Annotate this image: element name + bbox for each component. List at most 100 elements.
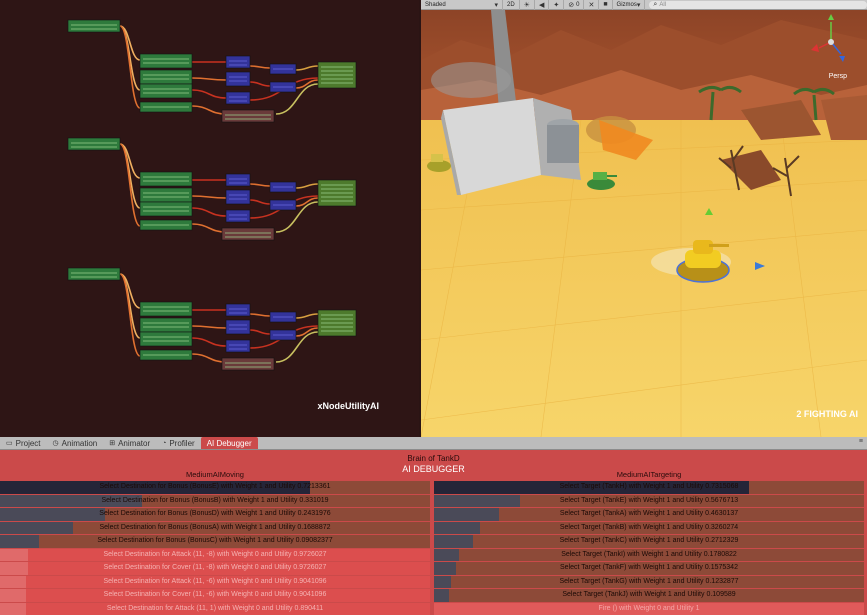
utility-row[interactable]: Select Target (TankJ) with Weight 1 and … [434,589,864,602]
scorer-node[interactable] [139,331,193,347]
profiler-icon: ◔ [162,439,167,447]
utility-row[interactable]: Select Destination for Bonus (BonusC) wi… [0,535,430,548]
operator-node[interactable] [225,91,251,105]
tab-label: Project [15,438,41,448]
utility-node[interactable] [67,137,121,151]
gizmos-dropdown[interactable]: Gizmos ▾ [613,0,646,10]
utility-row[interactable]: Fire () with Weight 0 and Utility 1 [434,602,864,615]
utility-node[interactable] [67,267,121,281]
utility-row[interactable]: Select Destination for Bonus (BonusB) wi… [0,494,430,507]
tab-ai-debugger[interactable]: AI Debugger [200,437,258,449]
tab-label: AI Debugger [206,438,252,448]
operator-node[interactable] [225,303,251,317]
tab-label: Animation [61,438,98,448]
operator-node[interactable] [225,173,251,187]
utility-row-label: Select Destination for Bonus (BonusD) wi… [99,510,331,517]
utility-row-label: Select Destination for Cover (11, -6) wi… [103,591,327,598]
folder-icon: ▭ [6,440,13,447]
column-title: MediumAITargeting [616,470,682,479]
scorer-node[interactable] [139,53,193,69]
toggle-2d-button[interactable]: 2D [503,0,520,10]
chevron-down-icon: ▾ [494,1,498,9]
hidden-objects-toggle[interactable]: ⊘ 0 [564,0,585,10]
chevron-down-icon: ▾ [636,1,641,9]
utility-row[interactable]: Select Destination for Bonus (BonusA) wi… [0,521,430,534]
node-connection [191,89,227,99]
tab-animation[interactable]: ◷ Animation [47,437,104,449]
operator-node[interactable] [225,55,251,69]
scorer-node[interactable] [139,301,193,317]
utility-row-label: Select Destination for Bonus (BonusA) wi… [99,523,331,531]
wrench-icon: ✕ [588,1,595,9]
utility-row[interactable]: Select Destination for Attack (11, 1) wi… [0,602,430,615]
utility-row[interactable]: Select Target (TankF) with Weight 1 and … [434,562,864,575]
tab-animator[interactable]: ⊞ Animator [103,437,156,449]
tab-profiler[interactable]: ◔ Profiler [156,437,201,449]
tools-toggle[interactable]: ✕ [584,0,600,10]
tab-project[interactable]: ▭ Project [0,437,47,449]
projection-label[interactable]: Persp [829,73,847,80]
graph-title: xNodeUtilityAI [317,401,379,411]
utility-node[interactable] [67,19,121,33]
scorer-node[interactable] [139,201,193,217]
utility-row[interactable]: Select Destination for Cover (11, -6) wi… [0,589,430,602]
node-connection [295,65,319,71]
column-title: MediumAIMoving [186,470,244,479]
utility-row[interactable]: Select Destination for Attack (11, -8) w… [0,548,430,561]
tab-label: Profiler [169,438,195,448]
node-graph-canvas[interactable] [0,0,419,437]
utility-row-label: Select Target (TankF) with Weight 1 and … [560,564,738,571]
scorer-node[interactable] [139,187,193,203]
utility-row[interactable]: Select Destination for Attack (11, -6) w… [0,575,430,588]
effects-icon: ✦ [553,1,560,9]
scene-view[interactable]: Shaded ▾ 2D ☀ ◀ ✦ ⊘ 0 ✕ ■ Gizmos ▾ ⌕ All… [421,0,867,437]
utility-row[interactable]: Select Destination for Bonus (BonusD) wi… [0,508,430,521]
effects-dropdown[interactable]: ✦ [549,0,565,10]
operator-node[interactable] [225,319,251,335]
utility-row[interactable]: Select Target (TankH) with Weight 1 and … [434,481,864,494]
scorer-node[interactable] [139,317,193,333]
node-connection [249,199,271,205]
scene-render [421,0,867,437]
node-connection [191,105,227,115]
utility-row-label: Select Target (TankA) with Weight 1 and … [559,510,739,517]
scorer-node[interactable] [139,171,193,187]
camera-dropdown[interactable]: ■ [599,0,613,10]
utility-row-label: Select Destination for Bonus (BonusE) wi… [99,483,331,490]
utility-row-label: Select Target (TankC) with Weight 1 and … [559,537,739,544]
scorer-node[interactable] [139,83,193,99]
operator-node[interactable] [225,71,251,87]
hierarchy-search-input[interactable]: ⌕ All [649,0,867,9]
node-connection [249,183,271,187]
operator-node[interactable] [225,339,251,353]
toggle-2d-label: 2D [507,1,515,8]
utility-row[interactable]: Select Target (TankC) with Weight 1 and … [434,535,864,548]
action-node[interactable] [221,109,275,123]
node-graph-panel[interactable]: xNodeUtilityAI [0,0,419,437]
utility-row[interactable]: Select Destination for Cover (11, -8) wi… [0,562,430,575]
utility-row[interactable]: Select Target (TankG) with Weight 1 and … [434,575,864,588]
audio-toggle[interactable]: ◀ [535,0,550,10]
action-node[interactable] [221,227,275,241]
utility-row[interactable]: Select Destination for Bonus (BonusE) wi… [0,481,430,494]
operator-node[interactable] [225,189,251,205]
panel-menu-icon[interactable]: ≡ [859,438,863,445]
utility-row[interactable]: Select Target (TankI) with Weight 1 and … [434,548,864,561]
scorer-node[interactable] [139,69,193,85]
search-icon: ⌕ [653,0,658,8]
node-connection [249,313,271,317]
utility-row-label: Select Target (TankI) with Weight 1 and … [561,550,737,558]
shading-mode-dropdown[interactable]: Shaded ▾ [421,0,503,10]
action-node[interactable] [221,357,275,371]
light-bulb-icon: ☀ [523,1,530,9]
search-placeholder: All [659,1,666,8]
utility-row-label: Select Destination for Cover (11, -8) wi… [103,564,327,571]
utility-row[interactable]: Select Target (TankA) with Weight 1 and … [434,508,864,521]
node-connection [119,25,141,109]
utility-row[interactable]: Select Target (TankE) with Weight 1 and … [434,494,864,507]
lighting-toggle[interactable]: ☀ [520,0,535,10]
utility-row-label: Select Target (TankE) with Weight 1 and … [559,496,739,504]
targeting-column: MediumAITargeting Select Target (TankH) … [434,469,864,615]
operator-node[interactable] [225,209,251,223]
utility-row[interactable]: Select Target (TankB) with Weight 1 and … [434,521,864,534]
